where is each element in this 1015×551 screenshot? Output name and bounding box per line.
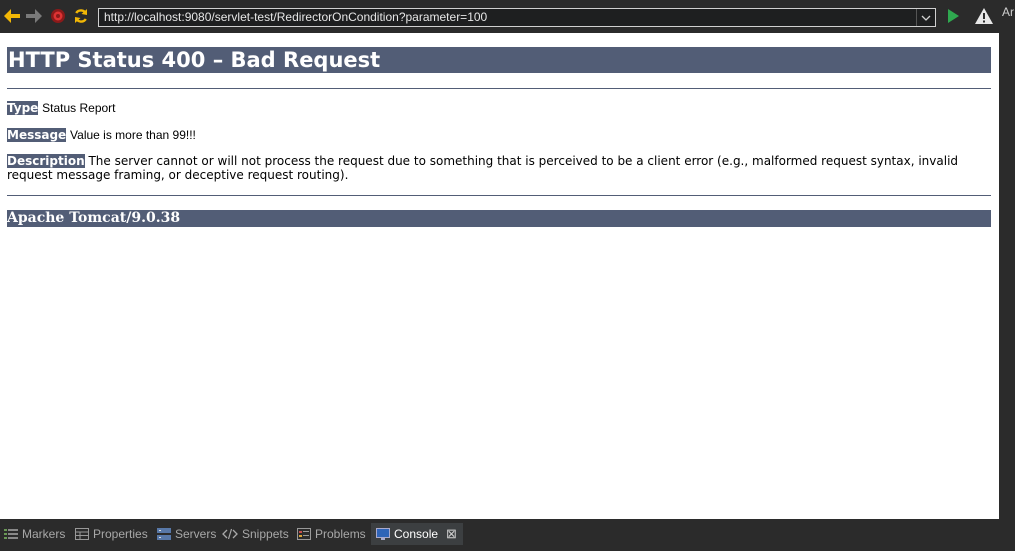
tab-problems[interactable]: Problems [297, 525, 366, 543]
tab-markers-label: Markers [22, 527, 66, 541]
refresh-icon[interactable] [72, 7, 90, 25]
go-run-icon[interactable] [944, 7, 962, 25]
scrollbar-gutter [999, 33, 1015, 519]
snippets-icon [222, 528, 238, 540]
problems-icon [297, 528, 311, 540]
tab-problems-label: Problems [315, 527, 366, 541]
message-label: Message [7, 128, 67, 142]
page-title: HTTP Status 400 – Bad Request [7, 47, 991, 73]
browser-toolbar: http://localhost:9080/servlet-test/Redir… [0, 0, 1015, 33]
type-value: Status Report [42, 101, 116, 115]
console-icon [376, 528, 390, 540]
servers-icon [157, 528, 171, 540]
tab-markers[interactable]: Markers [4, 525, 65, 543]
tab-properties[interactable]: Properties [75, 525, 148, 543]
message-value: Value is more than 99!!! [70, 128, 196, 142]
tab-snippets-label: Snippets [242, 527, 289, 541]
type-label: Type [7, 101, 39, 115]
warning-icon[interactable] [974, 7, 994, 25]
type-row: Type Status Report [7, 101, 991, 115]
web-page: HTTP Status 400 – Bad Request Type Statu… [0, 33, 999, 519]
description-value: The server cannot or will not process th… [7, 154, 959, 182]
tab-console-label: Console [394, 527, 439, 541]
url-input[interactable]: http://localhost:9080/servlet-test/Redir… [98, 8, 936, 27]
back-arrow-icon[interactable] [3, 7, 21, 25]
tab-console[interactable]: Console ⊠ [376, 525, 457, 543]
tab-servers[interactable]: Servers [157, 525, 216, 543]
message-row: Message Value is more than 99!!! [7, 128, 991, 142]
url-text[interactable]: http://localhost:9080/servlet-test/Redir… [104, 10, 487, 24]
right-edge-text: Ar [1002, 5, 1014, 19]
description-label: Description [7, 154, 85, 168]
properties-icon [75, 528, 89, 540]
tab-servers-label: Servers [175, 527, 217, 541]
close-icon[interactable]: ⊠ [446, 526, 457, 542]
tab-properties-label: Properties [93, 527, 148, 541]
forward-arrow-icon[interactable] [25, 7, 43, 25]
stop-icon[interactable] [49, 7, 67, 25]
tab-snippets[interactable]: Snippets [222, 525, 289, 543]
description-row: Description The server cannot or will no… [7, 154, 991, 182]
status-strip [0, 545, 1015, 551]
markers-icon [4, 528, 18, 540]
divider [7, 88, 991, 89]
chevron-down-icon[interactable] [916, 9, 935, 26]
divider [7, 195, 991, 196]
server-footer: Apache Tomcat/9.0.38 [7, 210, 991, 227]
